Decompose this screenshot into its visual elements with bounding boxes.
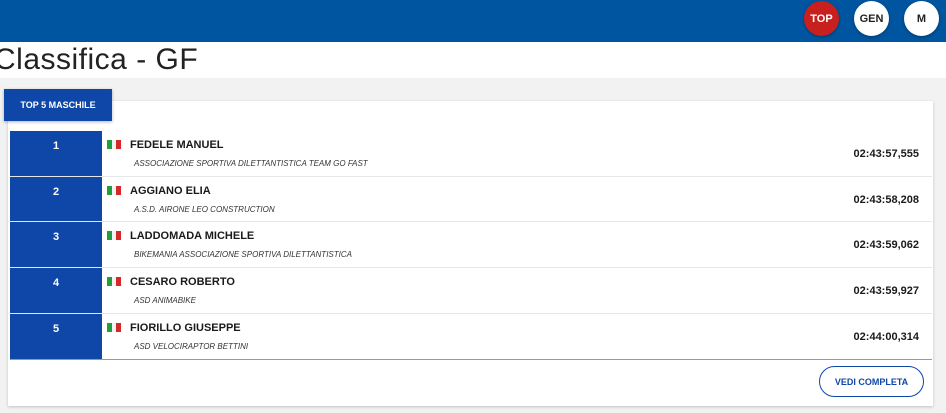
team-name: ASSOCIAZIONE SPORTIVA DILETTANTISTICA TE… bbox=[134, 159, 368, 168]
italy-flag-icon bbox=[107, 323, 122, 332]
italy-flag-icon bbox=[107, 186, 122, 195]
gen-button[interactable]: GEN bbox=[854, 1, 889, 36]
finish-time: 02:43:59,927 bbox=[853, 285, 919, 297]
position-cell: 1 bbox=[10, 131, 102, 176]
athlete-name: CESARO ROBERTO bbox=[130, 276, 235, 288]
finish-time: 02:44:00,314 bbox=[853, 331, 919, 343]
page-title: Classifica - GF bbox=[0, 43, 199, 76]
table-row[interactable]: 1 FEDELE MANUEL ASSOCIAZIONE SPORTIVA DI… bbox=[10, 131, 932, 176]
italy-flag-icon bbox=[107, 277, 122, 286]
italy-flag-icon bbox=[107, 231, 122, 240]
top-bar: TOP GEN M bbox=[0, 0, 946, 42]
table-row[interactable]: 5 FIORILLO GIUSEPPE ASD VELOCIRAPTOR BET… bbox=[10, 313, 932, 359]
top-button[interactable]: TOP bbox=[804, 1, 839, 36]
title-band: Classifica - GF bbox=[0, 42, 946, 78]
table-row[interactable]: 3 LADDOMADA MICHELE BIKEMANIA ASSOCIAZIO… bbox=[10, 221, 932, 267]
position-cell: 2 bbox=[10, 177, 102, 222]
athlete-name: FIORILLO GIUSEPPE bbox=[130, 322, 241, 334]
position-cell: 5 bbox=[10, 314, 102, 359]
view-full-button[interactable]: VEDI COMPLETA bbox=[819, 366, 924, 397]
team-name: A.S.D. AIRONE LEO CONSTRUCTION bbox=[134, 205, 275, 214]
finish-time: 02:43:59,062 bbox=[853, 239, 919, 251]
athlete-name: AGGIANO ELIA bbox=[130, 185, 211, 197]
position-cell: 4 bbox=[10, 268, 102, 313]
m-button[interactable]: M bbox=[904, 1, 939, 36]
table-row[interactable]: 4 CESARO ROBERTO ASD ANIMABIKE 02:43:59,… bbox=[10, 267, 932, 313]
athlete-name: LADDOMADA MICHELE bbox=[130, 230, 255, 242]
team-name: BIKEMANIA ASSOCIAZIONE SPORTIVA DILETTAN… bbox=[134, 250, 352, 259]
finish-time: 02:43:57,555 bbox=[853, 148, 919, 160]
top5-male-tab[interactable]: TOP 5 MASCHILE bbox=[4, 89, 112, 121]
team-name: ASD VELOCIRAPTOR BETTINI bbox=[134, 342, 249, 351]
italy-flag-icon bbox=[107, 140, 122, 149]
ranking-table: 1 FEDELE MANUEL ASSOCIAZIONE SPORTIVA DI… bbox=[10, 131, 932, 360]
athlete-name: FEDELE MANUEL bbox=[130, 139, 224, 151]
table-row[interactable]: 2 AGGIANO ELIA A.S.D. AIRONE LEO CONSTRU… bbox=[10, 176, 932, 222]
position-cell: 3 bbox=[10, 222, 102, 267]
finish-time: 02:43:58,208 bbox=[853, 194, 919, 206]
team-name: ASD ANIMABIKE bbox=[134, 296, 196, 305]
